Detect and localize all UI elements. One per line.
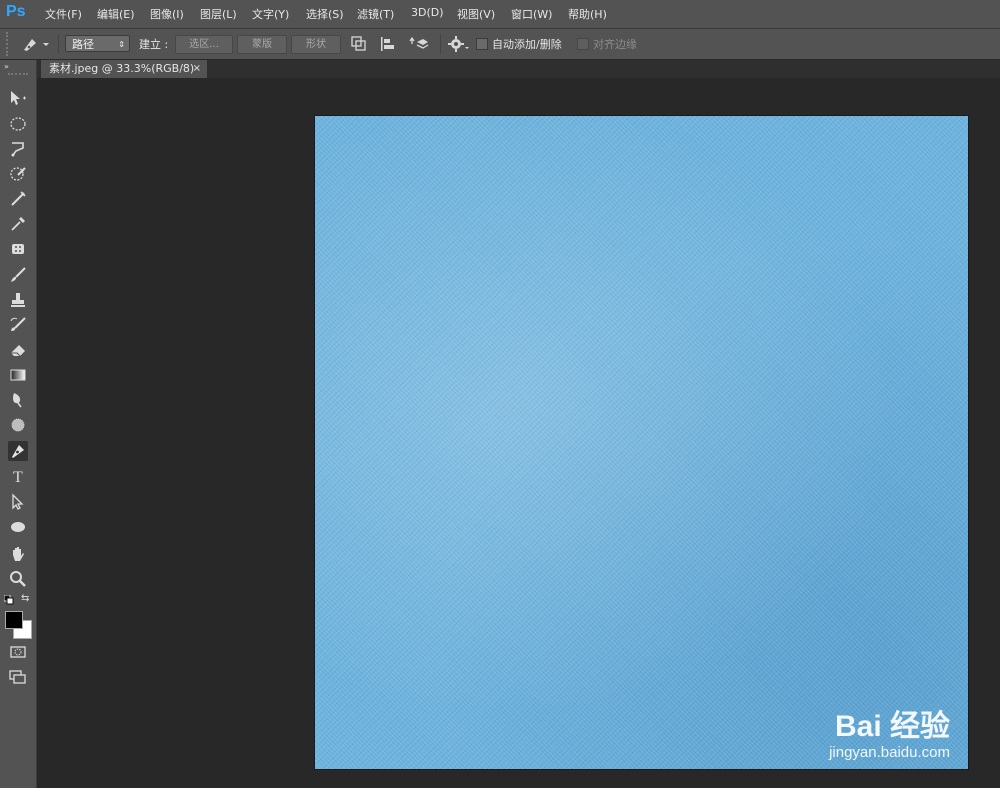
options-grip[interactable] [6,32,14,56]
make-selection-button[interactable]: 选区... [175,35,233,54]
screen-mode-icon[interactable] [8,667,28,687]
build-label: 建立 : [139,38,169,51]
menu-image[interactable]: 图像(I) [150,6,184,22]
toolbox-grip[interactable] [8,73,28,77]
svg-text:T: T [13,469,23,486]
gear-icon[interactable] [448,35,470,53]
menu-file[interactable]: 文件(F) [45,6,82,22]
crop-icon[interactable] [8,189,28,209]
document-tab[interactable]: 素材.jpeg @ 33.3%(RGB/8) × [41,60,207,78]
move-icon[interactable] [8,88,28,108]
healing-brush-icon[interactable] [8,239,28,259]
blur-icon[interactable] [8,390,28,410]
menu-help[interactable]: 帮助(H) [568,6,607,22]
make-shape-button[interactable]: 形状 [291,35,341,54]
align-edges-label: 对齐边缘 [593,38,637,51]
options-bar: 路径 ⇕ 建立 : 选区... 蒙版 形状 自动添加/删除 对齐边缘 [0,29,1000,60]
select-arrows-icon: ⇕ [118,40,125,49]
lasso-icon[interactable] [8,139,28,159]
history-brush-icon[interactable] [8,315,28,335]
baidu-jingyan-watermark: Bai 经验 jingyan.baidu.com [829,710,950,761]
brush-icon[interactable] [8,265,28,285]
auto-add-delete-checkbox[interactable] [476,38,488,50]
pick-tool-mode-select[interactable]: 路径 ⇕ [65,35,130,52]
pen-icon[interactable] [8,441,28,461]
menu-view[interactable]: 视图(V) [457,6,495,22]
dodge-icon[interactable] [8,415,28,435]
gradient-icon[interactable] [8,365,28,385]
menu-bar: Ps 文件(F) 编辑(E) 图像(I) 图层(L) 文字(Y) 选择(S) 滤… [0,0,1000,29]
toolbox: » T ⇆ [0,60,37,788]
document-tab-title: 素材.jpeg @ 33.3%(RGB/8) [49,62,195,75]
menu-filter[interactable]: 滤镜(T) [357,6,394,22]
document-tab-bar: 素材.jpeg @ 33.3%(RGB/8) × [37,60,1000,78]
hand-icon[interactable] [8,544,28,564]
menu-window[interactable]: 窗口(W) [511,6,552,22]
eraser-icon[interactable] [8,340,28,360]
menu-edit[interactable]: 编辑(E) [97,6,135,22]
close-icon[interactable]: × [193,60,201,78]
menu-3d[interactable]: 3D(D) [411,6,444,19]
document-canvas-image[interactable]: Bai 经验 jingyan.baidu.com [315,116,968,769]
default-colors-icon[interactable] [4,595,14,605]
watermark-url: jingyan.baidu.com [829,744,950,761]
tool-preset-pen-icon[interactable] [20,35,50,53]
menu-type[interactable]: 文字(Y) [252,6,289,22]
type-icon[interactable]: T [8,466,28,486]
eyedropper-icon[interactable] [8,214,28,234]
marquee-icon[interactable] [8,114,28,134]
foreground-color-swatch[interactable] [5,611,23,629]
mode-select-value: 路径 [72,38,94,51]
menu-layer[interactable]: 图层(L) [200,6,237,22]
clone-stamp-icon[interactable] [8,290,28,310]
path-alignment-icon[interactable] [380,36,398,52]
separator [58,34,59,54]
align-edges-checkbox[interactable] [577,38,589,50]
separator [440,34,441,54]
path-arrangement-icon[interactable] [409,35,429,53]
make-mask-button[interactable]: 蒙版 [237,35,287,54]
path-selection-icon[interactable] [8,492,28,512]
collapse-toolbox-icon[interactable]: » [4,62,9,71]
swap-colors-icon[interactable]: ⇆ [21,593,29,604]
menu-select[interactable]: 选择(S) [306,6,344,22]
zoom-icon[interactable] [8,569,28,589]
ellipse-icon[interactable] [8,517,28,537]
canvas-area[interactable]: Bai 经验 jingyan.baidu.com [37,78,1000,788]
auto-add-delete-label: 自动添加/删除 [492,38,562,51]
quick-mask-icon[interactable] [8,642,28,662]
path-operations-icon[interactable] [351,36,367,52]
quick-selection-icon[interactable] [8,164,28,184]
photoshop-logo: Ps [6,3,26,20]
watermark-brand: Bai 经验 [834,710,950,743]
